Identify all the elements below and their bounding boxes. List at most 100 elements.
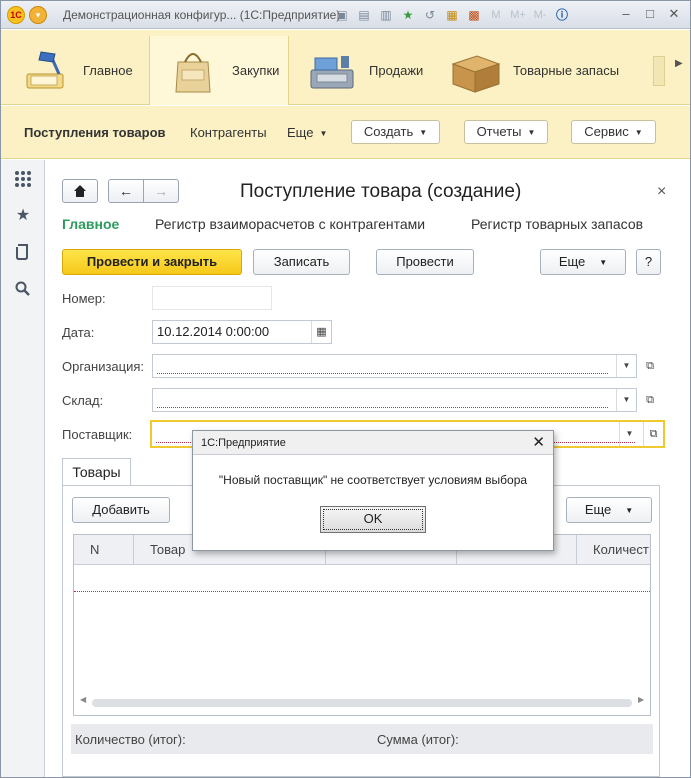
sections-panel: Главное Закупки Продажи Товарные запасы …: [1, 30, 690, 105]
calendar-icon[interactable]: ▦: [311, 321, 331, 343]
more-actions-button[interactable]: Еще ▼: [540, 249, 626, 275]
main-menu-icon[interactable]: ▾: [29, 6, 47, 24]
open-supplier-icon[interactable]: ⧉: [643, 422, 663, 446]
goods-table: N Товар Количест ◀ ▶: [73, 534, 651, 716]
close-window-icon[interactable]: ✕: [666, 6, 682, 22]
organization-field[interactable]: ▼: [152, 354, 637, 378]
organization-label: Организация:: [62, 359, 145, 374]
section-inventory[interactable]: Товарные запасы: [449, 36, 619, 105]
tab-main[interactable]: Главное: [62, 216, 119, 232]
section-main[interactable]: Главное: [19, 36, 133, 105]
date-value: 10.12.2014 0:00:00: [157, 324, 270, 339]
open-organization-icon[interactable]: ⧉: [640, 354, 660, 378]
chevron-down-icon[interactable]: ▼: [619, 422, 639, 446]
incoming-goods-link[interactable]: Поступления товаров: [24, 125, 166, 140]
add-row-button[interactable]: Добавить: [72, 497, 170, 523]
table-row[interactable]: [74, 591, 650, 592]
warehouse-label: Склад:: [62, 393, 104, 408]
close-icon[interactable]: ×: [657, 183, 666, 201]
scroll-right-icon[interactable]: ▶: [638, 695, 644, 704]
save-icon[interactable]: ▣: [333, 6, 351, 24]
scroll-right-icon[interactable]: ▶: [675, 58, 683, 69]
post-button[interactable]: Провести: [376, 249, 474, 275]
arrow-left-icon: ←: [119, 183, 133, 199]
chevron-down-icon[interactable]: ▼: [616, 355, 636, 377]
service-button[interactable]: Сервис ▼: [571, 120, 656, 144]
memory-icon[interactable]: M: [487, 6, 505, 24]
reports-button[interactable]: Отчеты ▼: [464, 120, 548, 144]
chevron-down-icon[interactable]: ▼: [616, 389, 636, 411]
tab-inventory-register[interactable]: Регистр товарных запасов: [471, 216, 643, 232]
help-button[interactable]: ?: [636, 249, 661, 275]
desk-lamp-icon: [19, 48, 73, 94]
section-purchases[interactable]: Закупки: [149, 36, 289, 105]
section-inventory-label: Товарные запасы: [513, 63, 620, 78]
dialog-title: 1С:Предприятие: [193, 431, 553, 455]
app-logo-icon[interactable]: 1С: [7, 6, 25, 24]
column-header[interactable]: Количест: [577, 535, 650, 565]
info-icon[interactable]: ⓘ: [553, 6, 571, 24]
column-header[interactable]: N: [74, 535, 134, 565]
minimize-icon[interactable]: –: [618, 6, 634, 22]
horizontal-scrollbar[interactable]: [92, 699, 632, 707]
cardboard-box-icon: [449, 48, 503, 94]
tab-settlements-register[interactable]: Регистр взаиморасчетов с контрагентами: [155, 216, 425, 232]
chevron-down-icon: ▼: [419, 128, 428, 137]
scroll-left-icon[interactable]: ◀: [80, 695, 86, 704]
history-icon[interactable]: ↺: [421, 6, 439, 24]
more-sections-icon[interactable]: [653, 56, 665, 86]
ok-button[interactable]: OK: [320, 506, 426, 533]
section-sales-label: Продажи: [369, 63, 424, 78]
back-button[interactable]: ←: [108, 179, 144, 203]
post-and-close-button[interactable]: Провести и закрыть: [62, 249, 242, 275]
window-title: Демонстрационная конфигур... (1С:Предпри…: [63, 8, 341, 22]
more-actions-label: Еще: [558, 254, 586, 269]
service-label: Сервис: [584, 124, 629, 139]
warehouse-field[interactable]: ▼: [152, 388, 637, 412]
more-commands-link[interactable]: Еще ▼: [287, 125, 327, 140]
home-icon: [74, 185, 86, 197]
more-commands-label: Еще: [287, 125, 314, 140]
dialog-body: "Новый поставщик" не соответствует услов…: [193, 455, 553, 550]
tools-panel: ★: [1, 160, 45, 777]
favorites-star-icon[interactable]: ★: [12, 205, 34, 227]
memory-minus-icon[interactable]: M-: [531, 6, 549, 24]
dialog-close-icon[interactable]: ✕: [532, 431, 545, 455]
total-quantity-label: Количество (итог):: [75, 732, 186, 747]
date-label: Дата:: [62, 325, 95, 340]
commands-bar: Поступления товаров Контрагенты Еще ▼ Соз…: [1, 106, 690, 159]
sections-grid-icon[interactable]: [12, 168, 34, 190]
cash-register-icon: [305, 48, 359, 94]
message-dialog: 1С:Предприятие ✕ "Новый поставщик" не со…: [192, 430, 554, 551]
save-button[interactable]: Записать: [253, 249, 350, 275]
calculator-icon[interactable]: ▦: [443, 6, 461, 24]
section-sales[interactable]: Продажи: [305, 36, 423, 105]
date-field[interactable]: 10.12.2014 0:00:00 ▦: [152, 320, 332, 344]
arrow-right-icon: →: [154, 183, 168, 199]
chevron-down-icon: ▼: [625, 506, 634, 515]
dialog-message: "Новый поставщик" не соответствует услов…: [218, 473, 528, 487]
favorites-icon[interactable]: ★: [399, 6, 417, 24]
section-purchases-label: Закупки: [232, 63, 280, 78]
goods-more-button[interactable]: Еще ▼: [566, 497, 652, 523]
preview-icon[interactable]: ▥: [377, 6, 395, 24]
home-button[interactable]: [62, 179, 98, 203]
create-button[interactable]: Создать ▼: [351, 120, 440, 144]
chevron-down-icon: ▼: [599, 258, 608, 267]
history-scroll-icon[interactable]: [12, 241, 34, 263]
counterparties-link[interactable]: Контрагенты: [190, 125, 267, 140]
calendar-icon[interactable]: ▩: [465, 6, 483, 24]
search-icon[interactable]: [12, 278, 34, 300]
chevron-down-icon: ▼: [634, 128, 643, 137]
number-field[interactable]: [152, 286, 272, 310]
total-sum-label: Сумма (итог):: [377, 732, 459, 747]
app-window: 1С ▾ Демонстрационная конфигур... (1С:Пр…: [0, 0, 691, 778]
print-icon[interactable]: ▤: [355, 6, 373, 24]
tab-goods[interactable]: Товары: [62, 458, 131, 486]
memory-plus-icon[interactable]: M+: [509, 6, 527, 24]
title-toolbar: ▣ ▤ ▥ ★ ↺ ▦ ▩ M M+ M- ⓘ: [333, 6, 571, 24]
forward-button[interactable]: →: [143, 179, 179, 203]
supplier-label: Поставщик:: [62, 427, 133, 442]
maximize-icon[interactable]: □: [642, 6, 658, 22]
open-warehouse-icon[interactable]: ⧉: [640, 388, 660, 412]
